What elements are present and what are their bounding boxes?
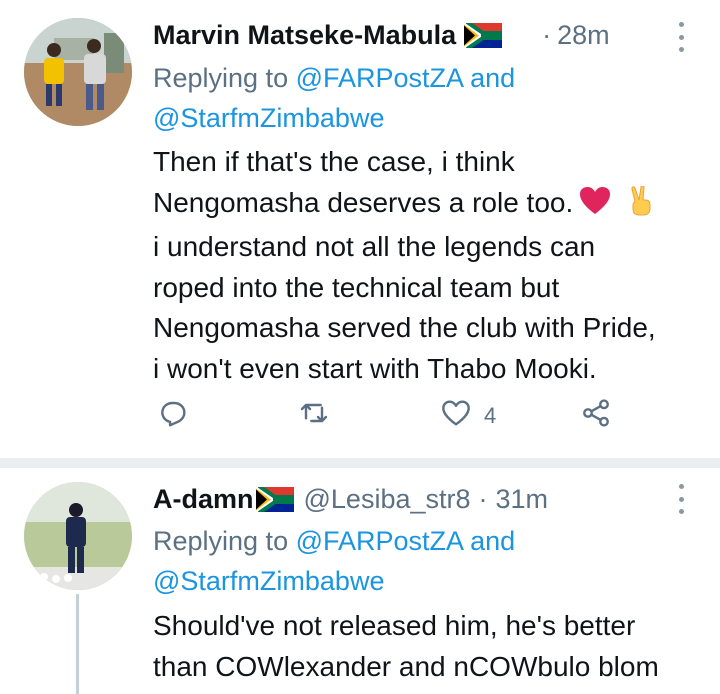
timestamp[interactable]: 31m (496, 484, 549, 515)
red-heart-icon (579, 186, 611, 228)
replying-to: Replying to @FARPostZA and @StarfmZimbab… (153, 526, 516, 596)
separator-dot: · (478, 484, 488, 514)
retweet-icon (298, 397, 330, 434)
user-handle[interactable]: @Lesiba_str8 (304, 484, 471, 515)
text-line: Then if that's the case, i think (153, 146, 515, 177)
text-line: Nengomasha deserves a role too. (153, 183, 693, 228)
mention-link[interactable]: @StarfmZimbabwe (153, 566, 384, 596)
like-button[interactable]: 4 (440, 397, 496, 434)
display-name[interactable]: Marvin Matseke-Mabula (153, 20, 456, 51)
text-line: i understand not all the legends can (153, 231, 596, 262)
reply-button[interactable] (157, 397, 189, 434)
retweet-button[interactable] (298, 397, 330, 434)
text-line: Should've not released him, he's better (153, 610, 636, 641)
tweet-2[interactable]: A-damn @Lesiba_str8 · 31m Replying to @F… (0, 468, 720, 694)
tweet-text: Should've not released him, he's better … (153, 606, 713, 687)
timestamp[interactable]: 28m (557, 20, 610, 51)
tweet-header: A-damn @Lesiba_str8 · 31m (153, 484, 548, 515)
tweet-header: Marvin Matseke-Mabula · 28m (153, 20, 610, 51)
avatar[interactable] (24, 482, 132, 590)
text-line: i won't even start with Thabo Mooki. (153, 352, 597, 384)
text-line: Nengomasha served the club with Pride, (153, 312, 656, 343)
victory-hand-icon (627, 184, 655, 228)
share-icon (580, 397, 612, 434)
text-line: roped into the technical team but (153, 271, 560, 303)
avatar[interactable] (24, 18, 132, 126)
heart-icon (440, 397, 472, 434)
more-options-icon[interactable] (674, 22, 688, 52)
mention-link[interactable]: @StarfmZimbabwe (153, 103, 384, 133)
more-options-icon[interactable] (674, 484, 688, 514)
thread-connector (76, 594, 79, 694)
mention-link[interactable]: @FARPostZA (296, 63, 463, 93)
replying-to: Replying to @FARPostZA and @StarfmZimbab… (153, 63, 516, 133)
mention-link[interactable]: @FARPostZA (296, 526, 463, 556)
tweet-divider (0, 458, 720, 468)
tweet-1[interactable]: Marvin Matseke-Mabula · 28m Replying to … (0, 0, 720, 458)
separator-dot: · (542, 20, 552, 50)
tweet-text: Then if that's the case, i think Nengoma… (153, 142, 693, 389)
reply-icon (157, 397, 189, 434)
display-name[interactable]: A-damn (153, 484, 254, 515)
share-button[interactable] (580, 397, 612, 434)
south-africa-flag-icon (254, 484, 294, 515)
south-africa-flag-icon (463, 20, 503, 51)
like-count: 4 (484, 402, 497, 428)
text-line: than COWlexander and nCOWbulo blom (153, 650, 659, 682)
